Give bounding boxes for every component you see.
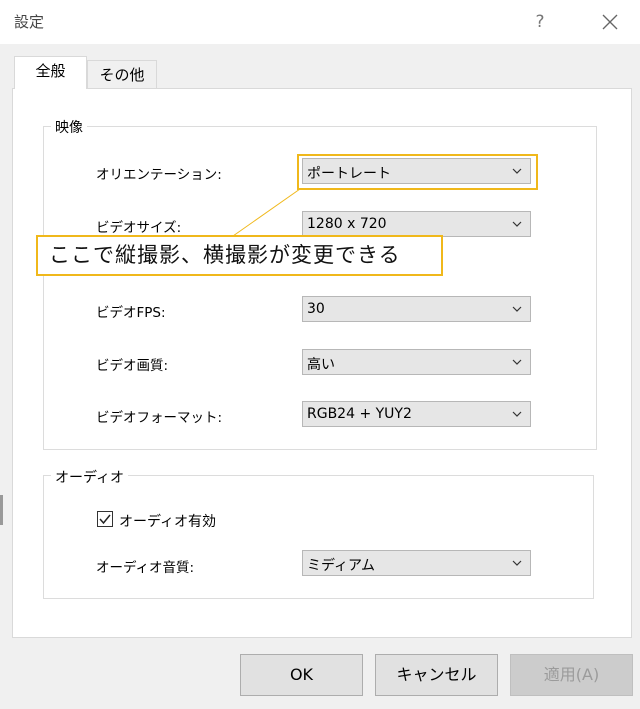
apply-button[interactable]: 適用(A) — [510, 654, 633, 696]
video-quality-value: 高い — [307, 357, 335, 373]
help-button[interactable]: ? — [527, 8, 553, 36]
ok-button[interactable]: OK — [240, 654, 363, 696]
audio-enable-checkbox[interactable] — [97, 511, 113, 527]
video-size-select[interactable]: 1280 x 720 — [302, 211, 531, 237]
video-fps-value: 30 — [307, 301, 325, 317]
annotation-callout: ここで縦撮影、横撮影が変更できる — [36, 235, 443, 276]
video-format-label: ビデオフォーマット: — [96, 410, 223, 426]
video-format-select[interactable]: RGB24 + YUY2 — [302, 401, 531, 427]
video-group-title: 映像 — [51, 117, 87, 137]
chevron-down-icon — [512, 359, 522, 365]
video-fps-select[interactable]: 30 — [302, 296, 531, 322]
chevron-down-icon — [512, 306, 522, 312]
audio-quality-label: オーディオ音質: — [96, 560, 195, 576]
checkmark-icon — [99, 514, 111, 525]
close-button[interactable] — [596, 8, 624, 36]
tab-other[interactable]: その他 — [87, 60, 157, 88]
video-quality-label: ビデオ画質: — [96, 358, 169, 374]
audio-quality-select[interactable]: ミディアム — [302, 550, 531, 576]
window-edge-marker — [0, 495, 3, 525]
video-quality-select[interactable]: 高い — [302, 349, 531, 375]
orientation-highlight — [297, 154, 538, 190]
chevron-down-icon — [512, 411, 522, 417]
audio-enable-label: オーディオ有効 — [119, 514, 217, 530]
audio-quality-value: ミディアム — [307, 558, 376, 574]
close-icon — [602, 14, 618, 30]
audio-group — [43, 475, 594, 599]
video-size-value: 1280 x 720 — [307, 216, 387, 232]
cancel-button[interactable]: キャンセル — [375, 654, 498, 696]
video-fps-label: ビデオFPS: — [96, 305, 166, 321]
title-bar: 設定 ? — [0, 0, 640, 44]
orientation-label: オリエンテーション: — [96, 167, 222, 183]
video-size-label: ビデオサイズ: — [96, 220, 182, 236]
window-title: 設定 — [14, 13, 45, 31]
tab-general[interactable]: 全般 — [14, 56, 87, 89]
chevron-down-icon — [512, 221, 522, 227]
video-format-value: RGB24 + YUY2 — [307, 406, 412, 422]
audio-group-title: オーディオ — [51, 467, 129, 487]
chevron-down-icon — [512, 560, 522, 566]
